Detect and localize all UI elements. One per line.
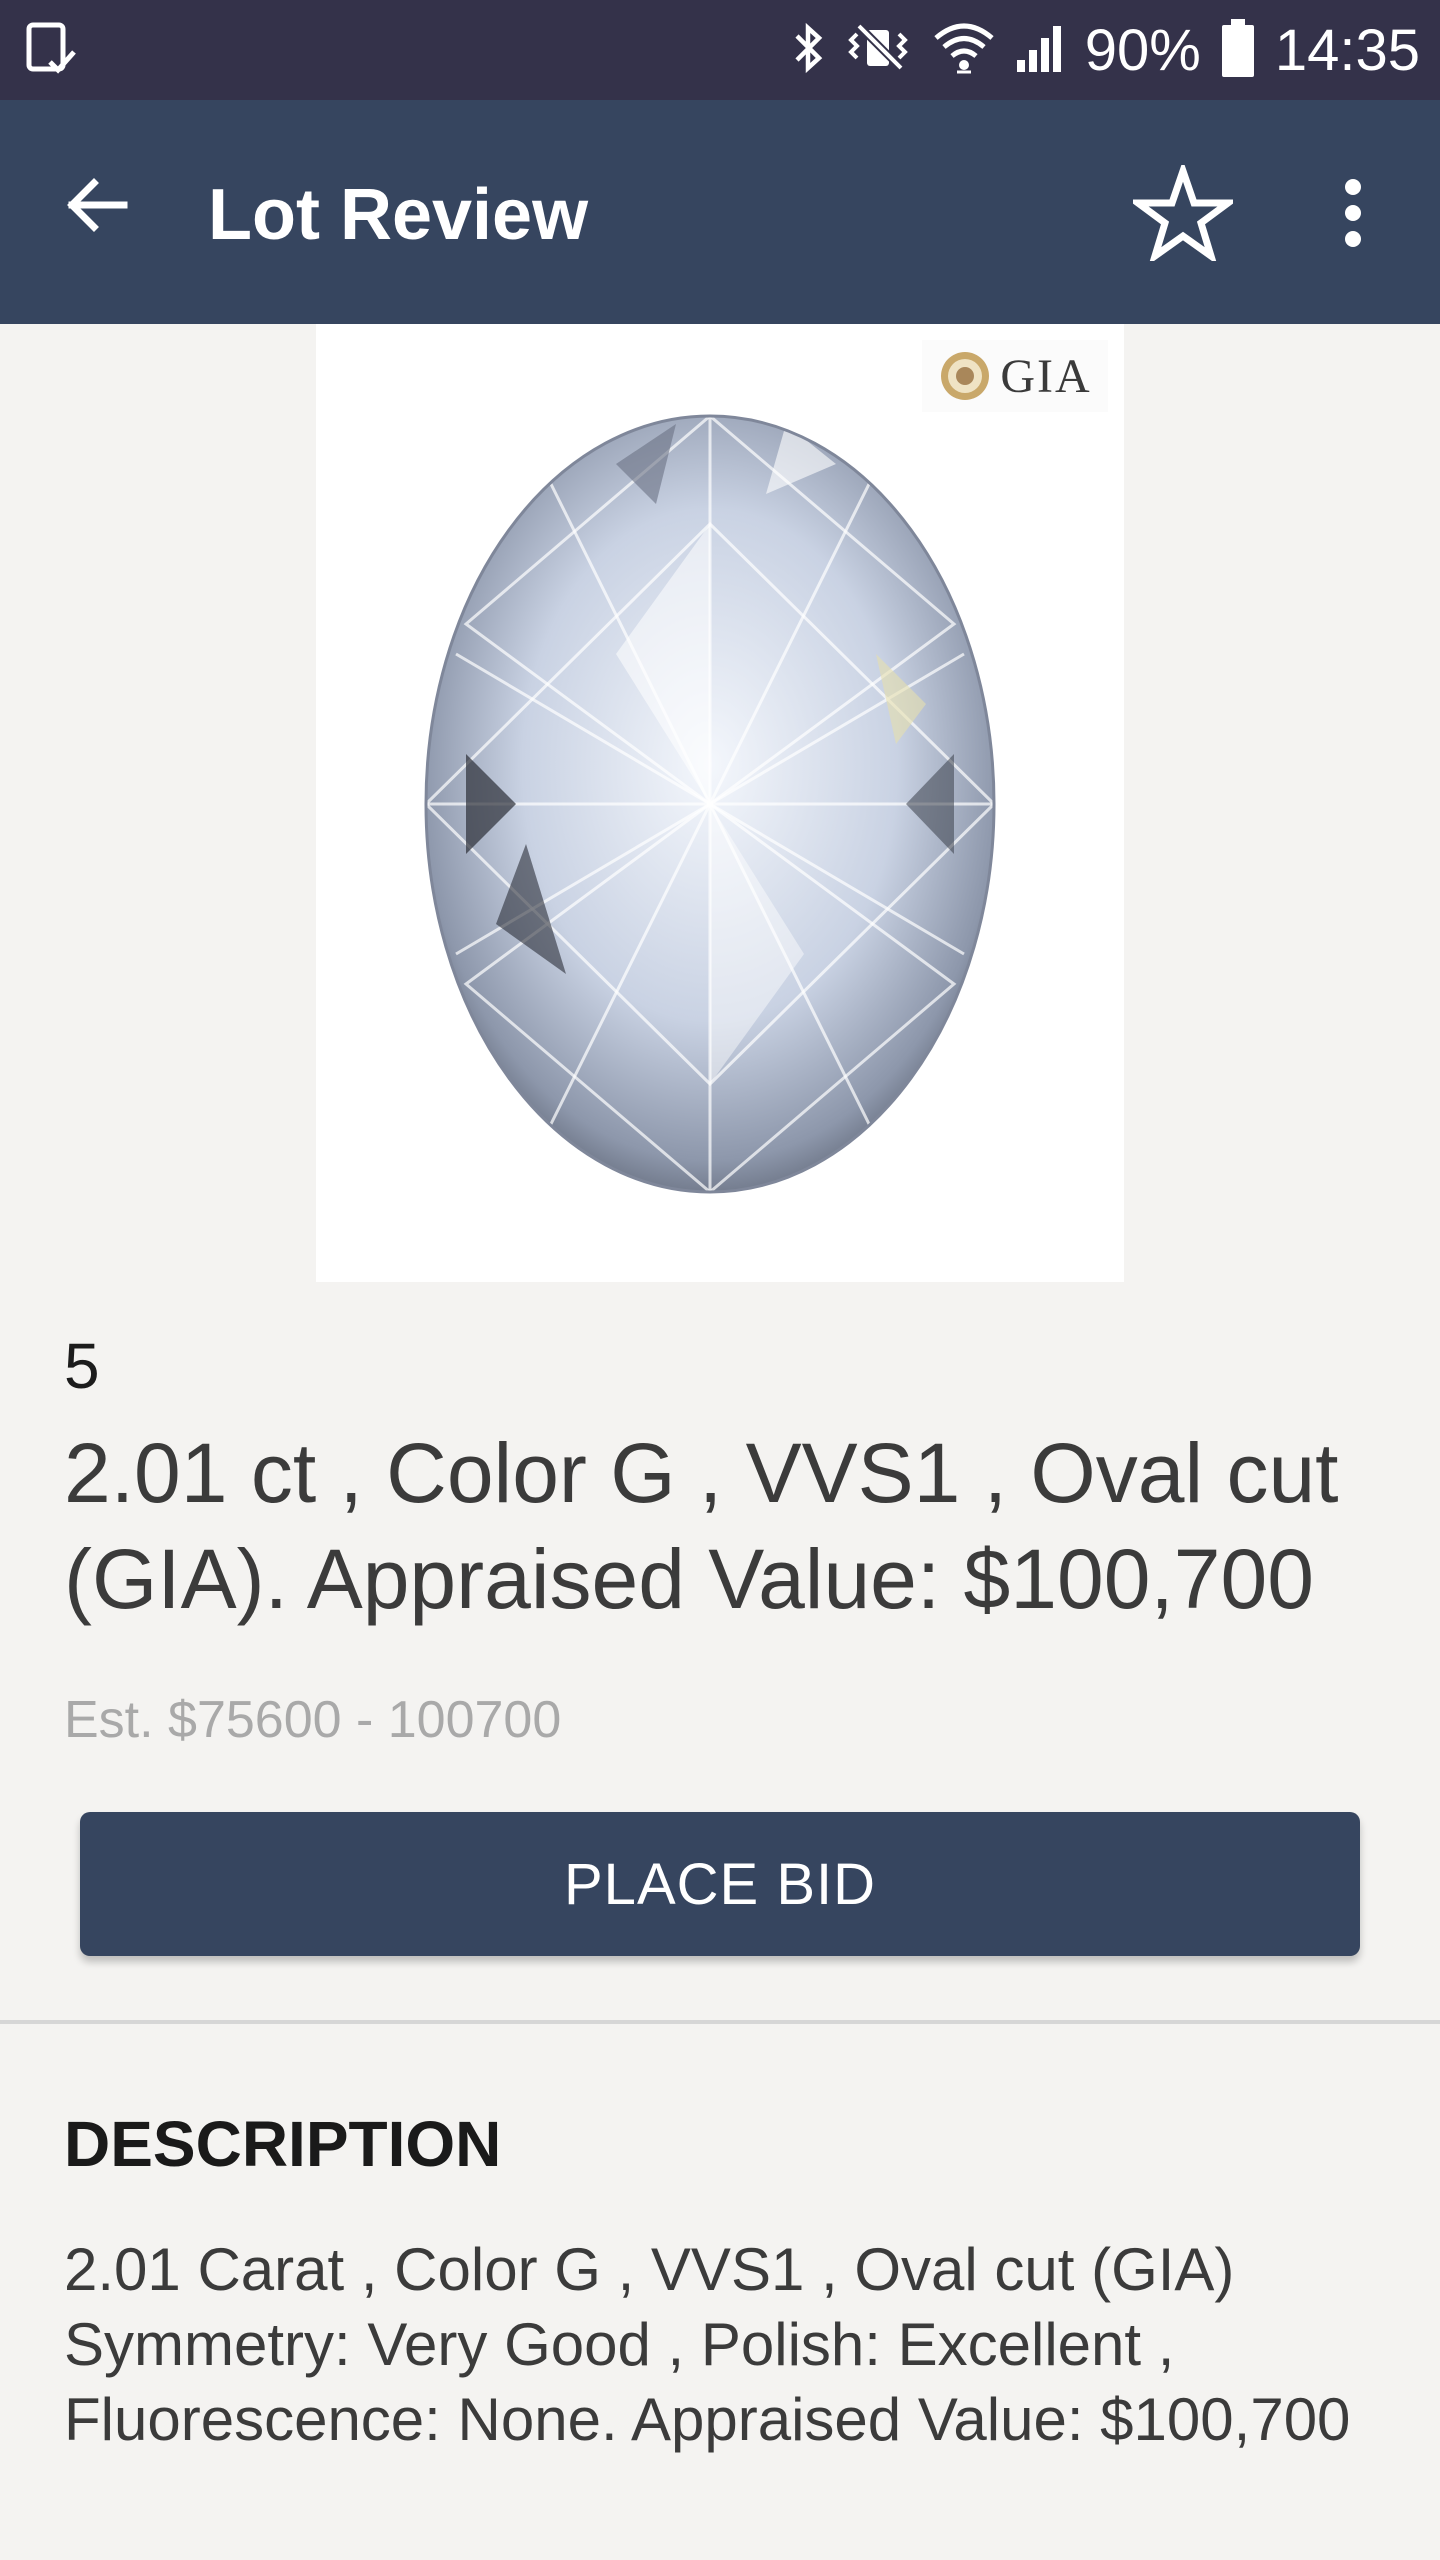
battery-percent: 90% — [1084, 17, 1201, 83]
lot-title: 2.01 ct , Color G , VVS1 , Oval cut (GIA… — [64, 1426, 1339, 1626]
section-divider — [0, 2020, 1440, 2024]
signal-icon — [1013, 20, 1067, 81]
oval-diamond-image — [424, 414, 996, 1194]
star-outline-icon — [1127, 159, 1239, 266]
favorite-button[interactable] — [1127, 159, 1239, 270]
back-arrow-icon — [62, 175, 132, 240]
wifi-icon — [933, 20, 995, 81]
battery-icon — [1219, 17, 1257, 84]
gia-logo: GIA — [922, 340, 1108, 412]
vibrate-icon — [845, 20, 915, 81]
gia-seal-icon — [941, 352, 990, 400]
place-bid-button[interactable]: PLACE BID — [80, 1812, 1360, 1956]
description-body: 2.01 Carat , Color G , VVS1 , Oval cut (… — [64, 2236, 1351, 2453]
lot-estimate: Est. $75600 - 100700 — [64, 1691, 562, 1749]
status-bar: 90% 14:35 — [0, 0, 1440, 100]
description-heading: DESCRIPTION — [64, 2108, 502, 2180]
more-vert-icon — [1343, 178, 1363, 253]
more-options-button[interactable] — [1318, 160, 1388, 270]
screenshot-notification-icon — [26, 22, 78, 78]
bluetooth-icon — [791, 20, 827, 81]
back-button[interactable] — [52, 162, 142, 252]
lot-image[interactable] — [316, 324, 1124, 1282]
gia-logo-text: GIA — [1000, 349, 1092, 403]
clock: 14:35 — [1274, 17, 1420, 83]
lot-number: 5 — [64, 1330, 100, 1402]
page-title: Lot Review — [208, 175, 589, 255]
status-indicators: 90% 14:35 — [791, 0, 1420, 100]
